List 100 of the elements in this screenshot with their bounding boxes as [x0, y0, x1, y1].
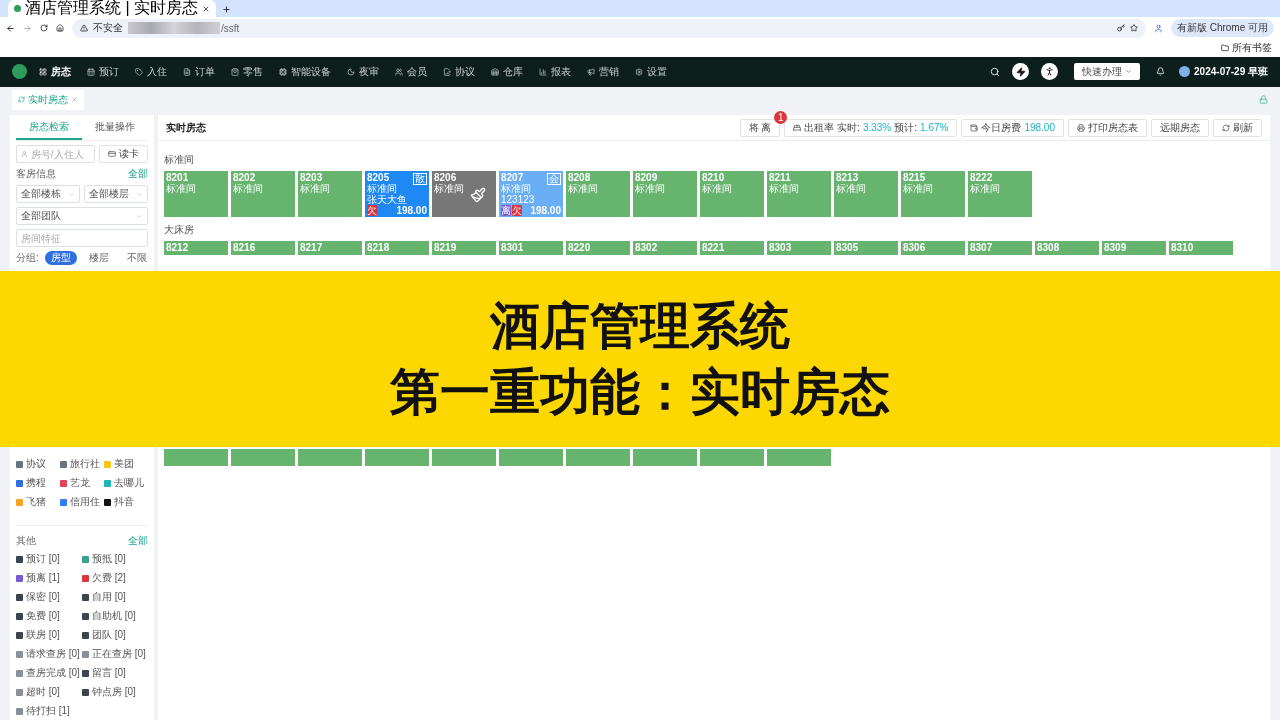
bookmarks-link[interactable]: 所有书签 — [1232, 41, 1272, 56]
user-icon — [21, 150, 28, 158]
channel-label[interactable]: 抖音 — [114, 495, 134, 509]
search-field[interactable]: 房号/入住人 — [16, 145, 95, 163]
room-number: 8308 — [1037, 242, 1060, 253]
room-tile[interactable] — [633, 449, 697, 466]
status-filter[interactable]: 正在查房 [0] — [92, 647, 146, 661]
room-tile[interactable] — [231, 449, 295, 466]
quick-action-dropdown[interactable]: 快速办理 — [1074, 63, 1141, 81]
nav-item[interactable]: 订单 — [183, 64, 215, 79]
room-tile[interactable] — [365, 449, 429, 466]
room-type-label: 大床房 — [164, 223, 195, 237]
new-tab-icon[interactable] — [222, 5, 232, 14]
channel-label[interactable]: 美团 — [114, 457, 134, 471]
channel-label[interactable]: 艺龙 — [70, 476, 90, 490]
key-icon[interactable] — [1116, 24, 1125, 33]
avatar-icon[interactable] — [1179, 66, 1191, 78]
room-tile[interactable] — [700, 449, 764, 466]
nav-item[interactable]: 报表 — [539, 64, 571, 79]
nav-item[interactable]: 仓库 — [491, 64, 523, 79]
person-icon — [1044, 66, 1056, 78]
status-filter[interactable]: 查房完成 [0] — [26, 666, 80, 680]
read-card-button[interactable]: 读卡 — [99, 145, 148, 163]
lightning-button[interactable] — [1012, 63, 1030, 81]
room-tile[interactable] — [432, 449, 496, 466]
nav-item[interactable]: 营销 — [587, 64, 619, 79]
group-label: 分组: — [16, 251, 39, 265]
nav-item[interactable]: 协议 — [443, 64, 475, 79]
room-tile[interactable] — [767, 449, 831, 466]
channel-label[interactable]: 旅行社 — [70, 457, 100, 471]
forward-icon[interactable] — [23, 23, 32, 33]
status-filter[interactable]: 免费 [0] — [26, 609, 60, 623]
channel-label[interactable]: 携程 — [26, 476, 46, 490]
occupancy-button[interactable]: 出租率 实时: 3.33% 预计: 1.67% — [784, 118, 958, 137]
print-button[interactable]: 打印房态表 — [1068, 118, 1147, 137]
fee-button[interactable]: 今日房费 198.00 — [961, 118, 1064, 137]
room-tile[interactable] — [164, 449, 228, 466]
channel-label[interactable]: 去哪儿 — [114, 476, 144, 490]
status-filter[interactable]: 团队 [0] — [92, 628, 126, 642]
nav-item[interactable]: 会员 — [395, 64, 427, 79]
select-field[interactable]: 全部楼层 — [84, 185, 148, 203]
room-tile[interactable] — [298, 449, 362, 466]
back-icon[interactable] — [6, 23, 15, 33]
status-filter[interactable]: 保密 [0] — [26, 590, 60, 604]
room-tile[interactable]: 8207 标准间 123123 会 离欠 198.00 — [499, 171, 563, 217]
group-option[interactable]: 房型 — [44, 251, 77, 265]
select-field[interactable]: 全部团队 — [16, 207, 148, 225]
feature-field[interactable]: 房间特征 — [16, 229, 148, 247]
address-bar[interactable]: 不安全 /ssft — [72, 18, 1146, 38]
room-number: 8309 — [1104, 242, 1127, 253]
room-type: 标准间 — [233, 183, 263, 194]
nav-item[interactable]: 夜审 — [347, 64, 379, 79]
refresh-button[interactable]: 刷新 — [1213, 118, 1262, 137]
room-type: 标准间 — [769, 183, 799, 194]
search-icon[interactable] — [990, 66, 1001, 77]
lock-icon[interactable] — [1259, 95, 1268, 105]
status-filter[interactable]: 自用 [0] — [92, 590, 126, 604]
status-filter[interactable]: 钟点房 [0] — [92, 685, 136, 699]
star-icon[interactable] — [1129, 24, 1138, 33]
profile-icon[interactable] — [1153, 23, 1163, 33]
update-button[interactable]: 有新版 Chrome 可用 — [1170, 19, 1274, 38]
channel-label[interactable]: 飞猪 — [26, 495, 46, 509]
nav-item[interactable]: 智能设备 — [279, 64, 331, 79]
room-tile[interactable] — [566, 449, 630, 466]
logo-icon — [12, 64, 27, 80]
settings-icon — [635, 67, 643, 76]
browser-tab[interactable]: 酒店管理系统 | 实时房态 — [8, 0, 217, 17]
select-field[interactable]: 全部楼栋 — [16, 185, 80, 203]
status-filter[interactable]: 欠费 [2] — [92, 571, 126, 585]
status-filter[interactable]: 预离 [1] — [26, 571, 60, 585]
sidebar-tab[interactable]: 批量操作 — [82, 117, 148, 140]
status-filter[interactable]: 待打扫 [1] — [26, 704, 70, 718]
status-filter[interactable]: 超时 [0] — [26, 685, 60, 699]
bed-icon — [793, 123, 802, 132]
status-filter[interactable]: 留言 [0] — [92, 666, 126, 680]
status-filter[interactable]: 预订 [0] — [26, 552, 60, 566]
room-tile[interactable]: 8205 标准间 张天大鱼 散 欠 198.00 — [365, 171, 429, 217]
moon-icon — [347, 67, 355, 76]
status-filter[interactable]: 联房 [0] — [26, 628, 60, 642]
status-filter[interactable]: 自助机 [0] — [92, 609, 136, 623]
reload-icon[interactable] — [40, 24, 48, 33]
status-filter[interactable]: 请求查房 [0] — [26, 647, 80, 661]
status-filter[interactable]: 预抵 [0] — [92, 552, 126, 566]
nav-item[interactable]: 房态 — [39, 64, 71, 79]
channel-label[interactable]: 信用住 — [70, 495, 100, 509]
nav-item[interactable]: 入住 — [135, 64, 167, 79]
home-icon[interactable] — [56, 24, 64, 33]
chevron-down-icon — [136, 212, 143, 220]
printer-icon — [1077, 123, 1085, 132]
future-status-button[interactable]: 远期房态 — [1151, 118, 1209, 137]
group-option[interactable]: 不限 — [120, 251, 153, 265]
channel-label[interactable]: 协议 — [26, 457, 46, 471]
nav-item[interactable]: 零售 — [231, 64, 263, 79]
bell-icon[interactable] — [1156, 67, 1166, 77]
room-tile[interactable] — [499, 449, 563, 466]
lightning-icon — [1015, 66, 1026, 77]
nav-item[interactable]: 预订 — [87, 64, 119, 79]
group-option[interactable]: 楼层 — [82, 251, 115, 265]
room-tile[interactable]: 8206 标准间 — [432, 171, 496, 217]
nav-item[interactable]: 设置 — [635, 64, 667, 79]
